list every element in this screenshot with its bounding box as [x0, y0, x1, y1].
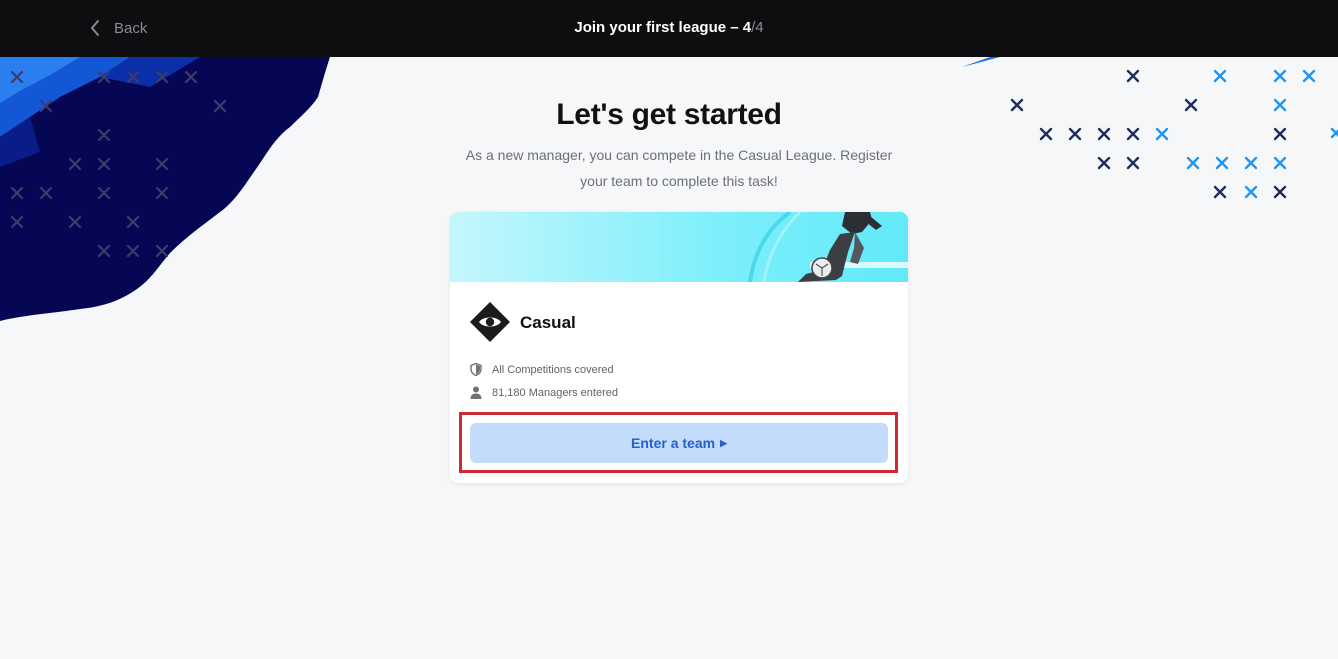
league-banner: [450, 212, 908, 282]
top-bar: Back Join your first league – 4/4: [0, 0, 1338, 57]
league-card: Casual All Competitions covered 81,180 M…: [450, 212, 908, 483]
title-prefix: Join your first league –: [574, 19, 743, 36]
competitions-stat: All Competitions covered: [470, 363, 614, 376]
casual-league-icon: [470, 302, 510, 342]
managers-text: 81,180 Managers entered: [492, 386, 618, 399]
competitions-text: All Competitions covered: [492, 363, 614, 376]
page-subtitle: As a new manager, you can compete in the…: [465, 147, 893, 189]
step-total: /4: [751, 19, 764, 36]
shield-icon: [470, 363, 482, 376]
step-current: 4: [742, 19, 752, 36]
league-name: Casual: [520, 313, 576, 332]
user-icon: [470, 386, 482, 399]
managers-stat: 81,180 Managers entered: [470, 386, 618, 399]
enter-team-label: Enter a team: [631, 435, 716, 451]
caret-right-icon: ▶: [720, 437, 727, 448]
decorative-pattern-left: [0, 57, 330, 321]
page-step-title: Join your first league – 4/4: [0, 19, 1338, 36]
decorative-pattern-right: [962, 57, 1338, 199]
enter-team-button[interactable]: Enter a team ▶: [470, 423, 888, 463]
player-illustration: [748, 212, 908, 282]
page-headline: Let's get started: [556, 98, 782, 131]
